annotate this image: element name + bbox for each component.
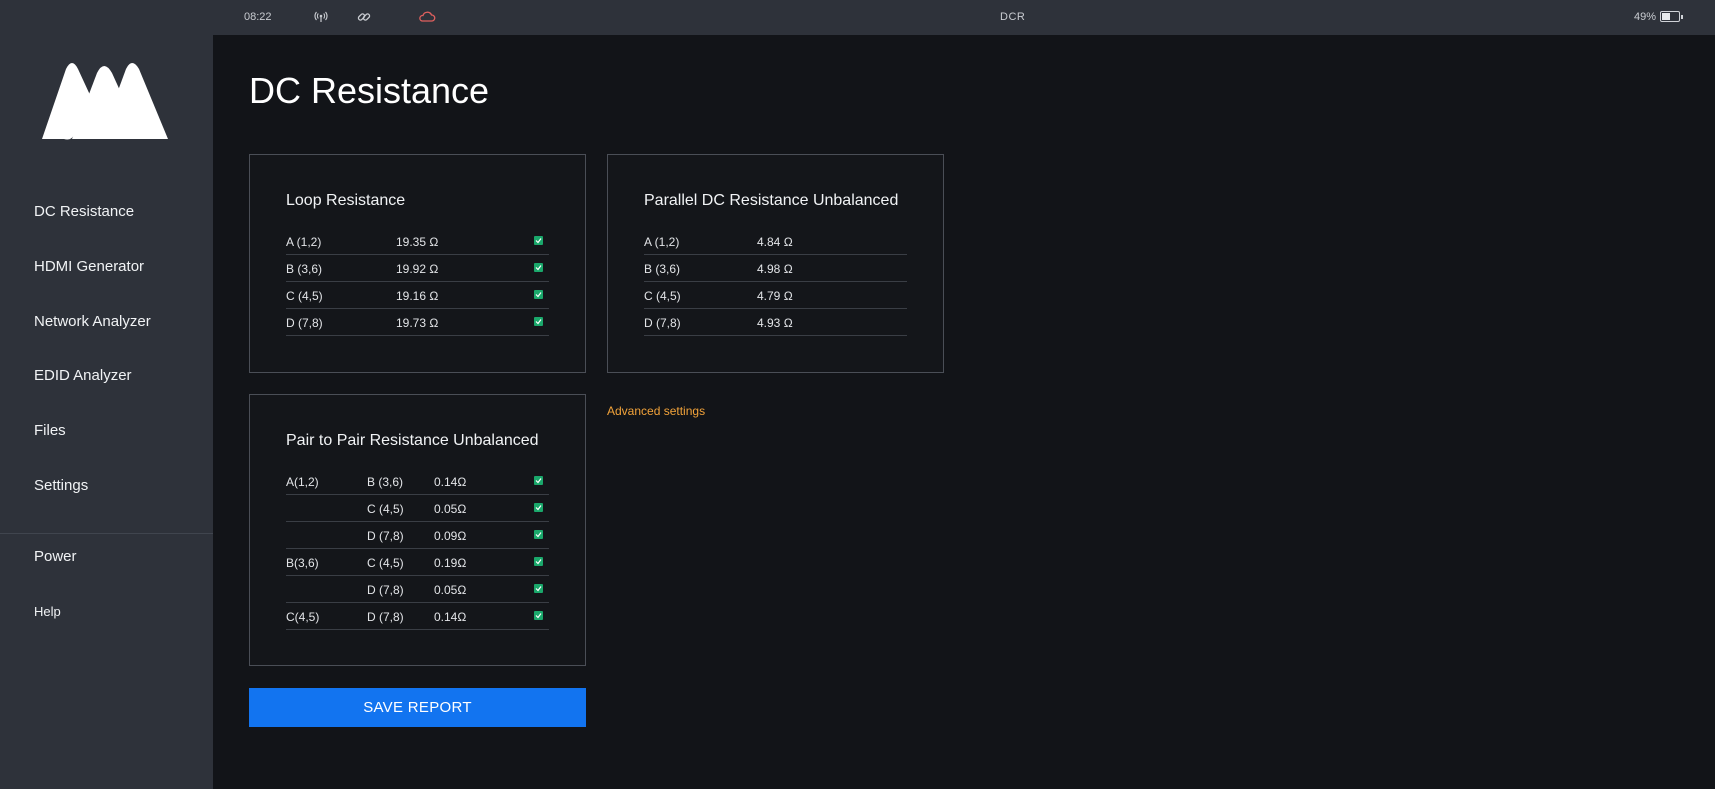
table-row: A (1,2) 4.84 Ω xyxy=(644,228,907,255)
pair-label: C (4,5) xyxy=(644,289,681,303)
parallel-resistance-card: Parallel DC Resistance Unbalanced A (1,2… xyxy=(607,154,944,373)
pair-label: B (3,6) xyxy=(286,262,323,276)
check-icon xyxy=(534,476,543,485)
to-pair: D (7,8) xyxy=(367,529,404,543)
sidebar-item-settings[interactable]: Settings xyxy=(34,477,88,494)
save-report-button[interactable]: SAVE REPORT xyxy=(249,688,586,727)
resistance-value: 19.35 Ω xyxy=(396,235,439,249)
resistance-value: 0.14Ω xyxy=(434,610,467,624)
table-row: D (7,8) 0.09Ω xyxy=(286,522,549,549)
resistance-value: 0.14Ω xyxy=(434,475,467,489)
table-row: B (3,6) 19.92 Ω xyxy=(286,255,549,282)
check-icon xyxy=(534,263,543,272)
sidebar-item-edid-analyzer[interactable]: EDID Analyzer xyxy=(34,367,132,384)
loop-resistance-card: Loop Resistance A (1,2) 19.35 Ω B (3,6) … xyxy=(249,154,586,373)
table-row: C (4,5) 19.16 Ω xyxy=(286,282,549,309)
pair-label: C (4,5) xyxy=(286,289,323,303)
sidebar-item-power[interactable]: Power xyxy=(34,548,77,565)
antenna-icon xyxy=(313,9,329,25)
parallel-resistance-title: Parallel DC Resistance Unbalanced xyxy=(644,192,899,209)
battery-percent: 49% xyxy=(1634,11,1657,23)
resistance-value: 4.84 Ω xyxy=(757,235,793,249)
pair-label: D (7,8) xyxy=(644,316,681,330)
to-pair: C (4,5) xyxy=(367,556,404,570)
battery-fill xyxy=(1662,13,1670,20)
status-mode: DCR xyxy=(1000,11,1026,23)
resistance-value: 0.05Ω xyxy=(434,502,467,516)
table-row: B(3,6) C (4,5) 0.19Ω xyxy=(286,549,549,576)
status-time: 08:22 xyxy=(244,11,272,23)
from-pair: B(3,6) xyxy=(286,556,319,570)
page-title: DC Resistance xyxy=(249,70,490,111)
resistance-value: 0.19Ω xyxy=(434,556,467,570)
check-icon xyxy=(534,317,543,326)
advanced-settings-link[interactable]: Advanced settings xyxy=(607,404,705,418)
table-row: D (7,8) 0.05Ω xyxy=(286,576,549,603)
loop-resistance-title: Loop Resistance xyxy=(286,192,406,209)
table-row: B (3,6) 4.98 Ω xyxy=(644,255,907,282)
sidebar-item-dc-resistance[interactable]: DC Resistance xyxy=(34,203,134,220)
sidebar-item-hdmi-generator[interactable]: HDMI Generator xyxy=(34,258,144,275)
link-icon xyxy=(356,9,372,25)
to-pair: C (4,5) xyxy=(367,502,404,516)
resistance-value: 19.16 Ω xyxy=(396,289,439,303)
table-row: C (4,5) 0.05Ω xyxy=(286,495,549,522)
sidebar-item-network-analyzer[interactable]: Network Analyzer xyxy=(34,313,151,330)
resistance-value: 0.05Ω xyxy=(434,583,467,597)
check-icon xyxy=(534,557,543,566)
to-pair: D (7,8) xyxy=(367,610,404,624)
check-icon xyxy=(534,530,543,539)
resistance-value: 4.98 Ω xyxy=(757,262,793,276)
sidebar-item-help[interactable]: Help xyxy=(34,604,61,619)
pair-label: A (1,2) xyxy=(644,235,680,249)
check-icon xyxy=(534,584,543,593)
resistance-value: 4.79 Ω xyxy=(757,289,793,303)
sidebar-item-files[interactable]: Files xyxy=(34,422,66,439)
from-pair: C(4,5) xyxy=(286,610,320,624)
pair-label: D (7,8) xyxy=(286,316,323,330)
table-row: C (4,5) 4.79 Ω xyxy=(644,282,907,309)
brand-logo xyxy=(42,63,168,140)
to-pair: D (7,8) xyxy=(367,583,404,597)
sidebar-divider xyxy=(0,533,213,534)
pair-label: A (1,2) xyxy=(286,235,322,249)
sidebar: DC Resistance HDMI Generator Network Ana… xyxy=(0,35,213,789)
from-pair: A(1,2) xyxy=(286,475,319,489)
table-row: D (7,8) 19.73 Ω xyxy=(286,309,549,336)
pair-to-pair-card: Pair to Pair Resistance Unbalanced A(1,2… xyxy=(249,394,586,666)
resistance-value: 19.73 Ω xyxy=(396,316,439,330)
check-icon xyxy=(534,611,543,620)
resistance-value: 0.09Ω xyxy=(434,529,467,543)
resistance-value: 19.92 Ω xyxy=(396,262,439,276)
resistance-value: 4.93 Ω xyxy=(757,316,793,330)
battery-icon xyxy=(1660,11,1683,22)
pair-to-pair-title: Pair to Pair Resistance Unbalanced xyxy=(286,432,539,449)
table-row: A (1,2) 19.35 Ω xyxy=(286,228,549,255)
cloud-icon xyxy=(418,9,436,25)
to-pair: B (3,6) xyxy=(367,475,404,489)
status-bar: 08:22 DCR 49% xyxy=(0,0,1715,35)
check-icon xyxy=(534,236,543,245)
table-row: C(4,5) D (7,8) 0.14Ω xyxy=(286,603,549,630)
pair-label: B (3,6) xyxy=(644,262,681,276)
table-row: A(1,2) B (3,6) 0.14Ω xyxy=(286,468,549,495)
check-icon xyxy=(534,290,543,299)
table-row: D (7,8) 4.93 Ω xyxy=(644,309,907,336)
check-icon xyxy=(534,503,543,512)
